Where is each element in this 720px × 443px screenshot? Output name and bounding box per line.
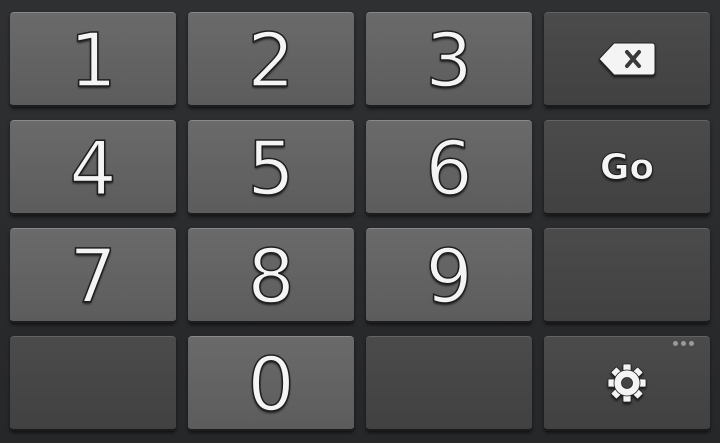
key-3[interactable]: 3 bbox=[366, 12, 532, 107]
key-1-label: 1 bbox=[69, 18, 118, 104]
key-0[interactable]: 0 bbox=[188, 336, 354, 431]
key-0-label: 0 bbox=[247, 342, 296, 428]
key-6[interactable]: 6 bbox=[366, 120, 532, 215]
key-8[interactable]: 8 bbox=[188, 228, 354, 323]
blank-key-middle[interactable] bbox=[366, 336, 532, 431]
go-key-label: Go bbox=[599, 146, 655, 188]
key-3-label: 3 bbox=[425, 18, 474, 104]
settings-key[interactable] bbox=[544, 336, 710, 431]
key-9[interactable]: 9 bbox=[366, 228, 532, 323]
key-4-label: 4 bbox=[69, 126, 118, 212]
more-options-icon bbox=[673, 341, 694, 346]
key-6-label: 6 bbox=[425, 126, 474, 212]
blank-key-right[interactable] bbox=[544, 228, 710, 323]
key-7[interactable]: 7 bbox=[10, 228, 176, 323]
key-2-label: 2 bbox=[247, 18, 296, 104]
go-key[interactable]: Go bbox=[544, 120, 710, 215]
key-5-label: 5 bbox=[247, 126, 296, 212]
blank-key-left[interactable] bbox=[10, 336, 176, 431]
key-5[interactable]: 5 bbox=[188, 120, 354, 215]
key-7-label: 7 bbox=[69, 234, 118, 320]
numeric-keypad: 1 2 3 4 5 6 Go 7 8 9 0 bbox=[0, 0, 720, 443]
key-1[interactable]: 1 bbox=[10, 12, 176, 107]
key-9-label: 9 bbox=[425, 234, 474, 320]
backspace-key[interactable] bbox=[544, 12, 710, 107]
backspace-icon bbox=[598, 42, 656, 76]
key-4[interactable]: 4 bbox=[10, 120, 176, 215]
key-2[interactable]: 2 bbox=[188, 12, 354, 107]
key-8-label: 8 bbox=[247, 234, 296, 320]
gear-icon bbox=[607, 363, 647, 403]
